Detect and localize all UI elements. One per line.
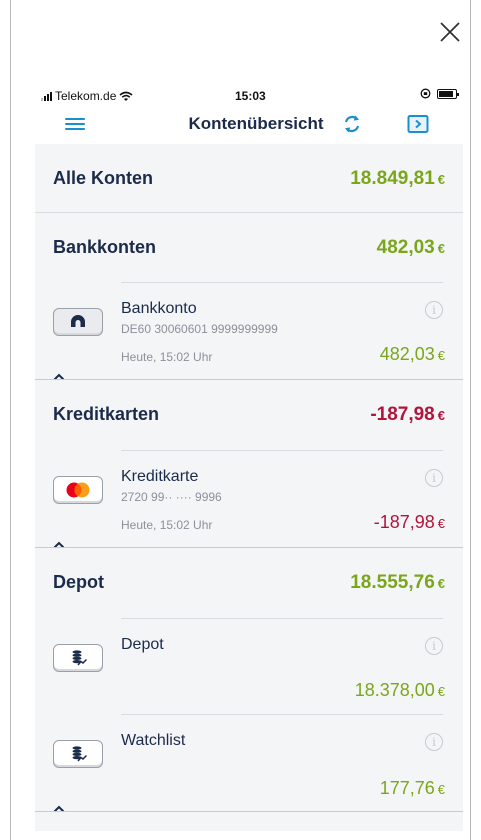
info-icon[interactable]: i (425, 637, 443, 655)
battery-icon (437, 88, 459, 99)
divider (121, 282, 443, 283)
section-header-kreditkarten[interactable]: Kreditkarten -187,98 € (35, 380, 463, 448)
chevron-up-icon[interactable] (53, 536, 65, 549)
section-amount: 482,03 € (376, 237, 445, 258)
account-name: Watchlist (121, 732, 186, 749)
wifi-icon (119, 91, 133, 101)
account-card-number: 2720 99·· ···· 9996 (121, 490, 222, 504)
carrier-name: Telekom.de (55, 89, 117, 103)
section-divider (35, 811, 463, 812)
account-updated: Heute, 15:02 Uhr (121, 518, 213, 532)
bank-icon (53, 308, 103, 336)
status-bar: Telekom.de 15:03 (35, 86, 463, 108)
mastercard-icon (53, 476, 103, 504)
accounts-list: Alle Konten 18.849,81 € Bankkonten 482,03… (35, 144, 463, 831)
section-label: Kreditkarten (53, 404, 160, 424)
divider (121, 450, 443, 451)
section-label: Bankkonten (53, 237, 157, 257)
account-iban: DE60 30060601 9999999999 (121, 322, 278, 336)
coins-icon (53, 740, 103, 768)
logout-icon[interactable] (407, 114, 429, 134)
account-amount: -187,98 € (373, 512, 445, 532)
account-name: Kreditkarte (121, 468, 199, 485)
account-updated: Heute, 15:02 Uhr (121, 350, 213, 364)
account-amount: 482,03 € (379, 344, 445, 364)
section-label: Depot (53, 572, 104, 592)
account-name: Bankkonto (121, 300, 197, 317)
status-right (420, 88, 459, 99)
phone-screen: Telekom.de 15:03 Kontenübersicht Alle Ko… (35, 86, 463, 831)
total-label: Alle Konten (53, 168, 154, 188)
coins-icon (53, 644, 103, 672)
divider (121, 618, 443, 619)
account-name: Depot (121, 636, 164, 653)
chevron-up-icon[interactable] (53, 368, 65, 381)
section-amount: -187,98 € (370, 404, 445, 425)
section-amount: 18.555,76 € (350, 572, 445, 593)
account-amount: 18.378,00 € (354, 680, 445, 700)
carrier-info: Telekom.de (41, 89, 133, 103)
frame-border (470, 0, 471, 840)
app-frame: Telekom.de 15:03 Kontenübersicht Alle Ko… (0, 0, 481, 840)
section-header-depot[interactable]: Depot 18.555,76 € (35, 548, 463, 616)
divider (121, 714, 443, 715)
refresh-icon[interactable] (340, 112, 364, 136)
account-amount: 177,76 € (379, 778, 445, 798)
orientation-lock-icon (420, 88, 431, 99)
signal-icon (41, 91, 52, 101)
section-header-bankkonten[interactable]: Bankkonten 482,03 € (35, 213, 463, 281)
navbar: Kontenübersicht (35, 108, 463, 144)
chevron-up-icon[interactable] (53, 800, 65, 813)
page-title: Kontenübersicht (188, 114, 324, 133)
info-icon[interactable]: i (425, 733, 443, 751)
total-amount: 18.849,81 € (350, 168, 445, 189)
info-icon[interactable]: i (425, 301, 443, 319)
info-icon[interactable]: i (425, 469, 443, 487)
frame-border (10, 0, 11, 840)
close-icon[interactable] (436, 18, 464, 46)
total-row-all-accounts[interactable]: Alle Konten 18.849,81 € (35, 144, 463, 213)
status-time: 15:03 (235, 89, 266, 103)
